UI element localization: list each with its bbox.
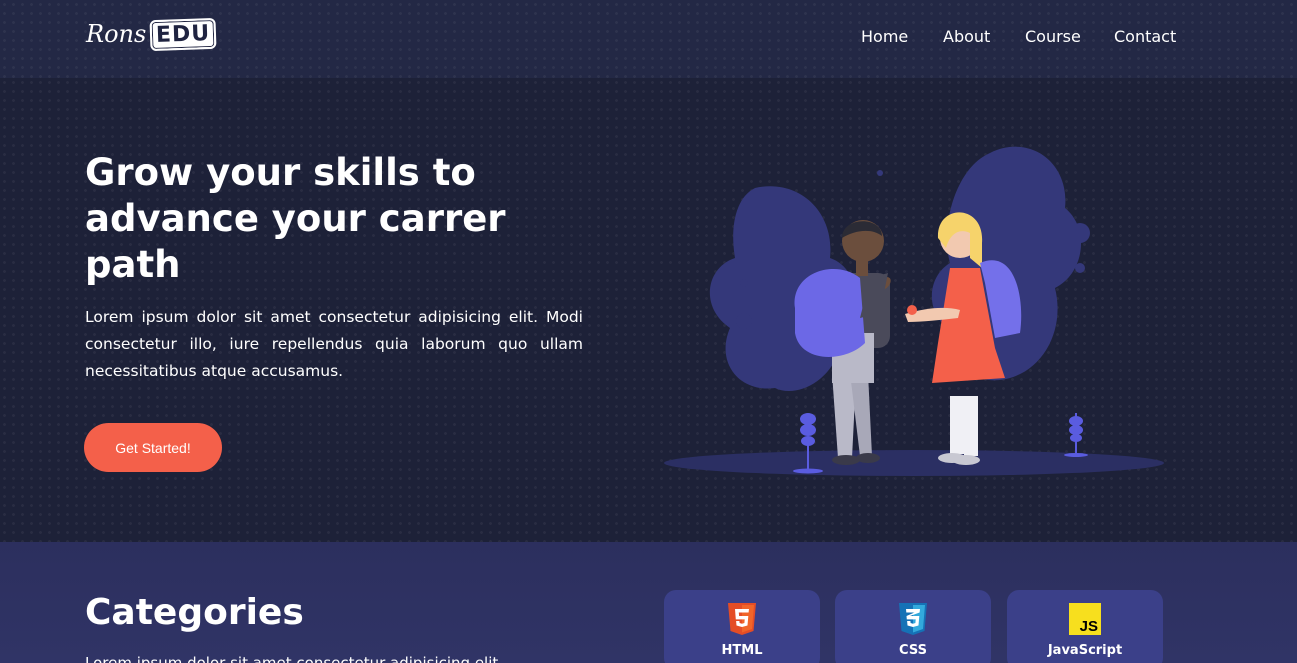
decor-dot (1075, 263, 1085, 273)
category-label: HTML (721, 643, 763, 658)
logo[interactable]: Rons EDU (86, 16, 217, 52)
site-header: Rons EDU Home About Course Contact (0, 0, 1297, 78)
css3-icon (899, 603, 927, 635)
ground-shadow (664, 450, 1164, 476)
nav-contact[interactable]: Contact (1114, 27, 1176, 46)
hero-title: Grow your skills to advance your carrer … (85, 151, 506, 286)
category-label: CSS (899, 643, 927, 658)
hero-description: Lorem ipsum dolor sit amet consectetur a… (85, 308, 583, 380)
hero-section: Grow your skills to advance your carrer … (0, 78, 1297, 542)
category-card-html[interactable]: HTML (664, 590, 820, 663)
decor-dot (877, 170, 883, 176)
category-label: JavaScript (1047, 643, 1123, 658)
logo-block-text: EDU (149, 17, 217, 51)
svg-text:JS: JS (1080, 618, 1098, 635)
nav-about[interactable]: About (943, 27, 990, 46)
decor-dot (1070, 223, 1090, 243)
nav-home[interactable]: Home (861, 27, 908, 46)
category-card-javascript[interactable]: JS JavaScript (1007, 590, 1163, 663)
students-illustration (664, 146, 1164, 476)
categories-title: Categories (85, 592, 304, 633)
plant-right (1064, 413, 1088, 457)
decor-dot (740, 279, 748, 287)
category-card-css[interactable]: CSS (835, 590, 991, 663)
html5-icon (728, 603, 756, 635)
nav-course[interactable]: Course (1025, 27, 1081, 46)
categories-subtitle: Lorem ipsum dolor sit amet consectetur a… (85, 654, 504, 663)
decor-dot (736, 313, 752, 329)
get-started-button[interactable]: Get Started! (84, 423, 222, 472)
javascript-icon: JS (1069, 603, 1101, 635)
logo-script-text: Rons (86, 20, 147, 48)
categories-section: Categories Lorem ipsum dolor sit amet co… (0, 542, 1297, 663)
